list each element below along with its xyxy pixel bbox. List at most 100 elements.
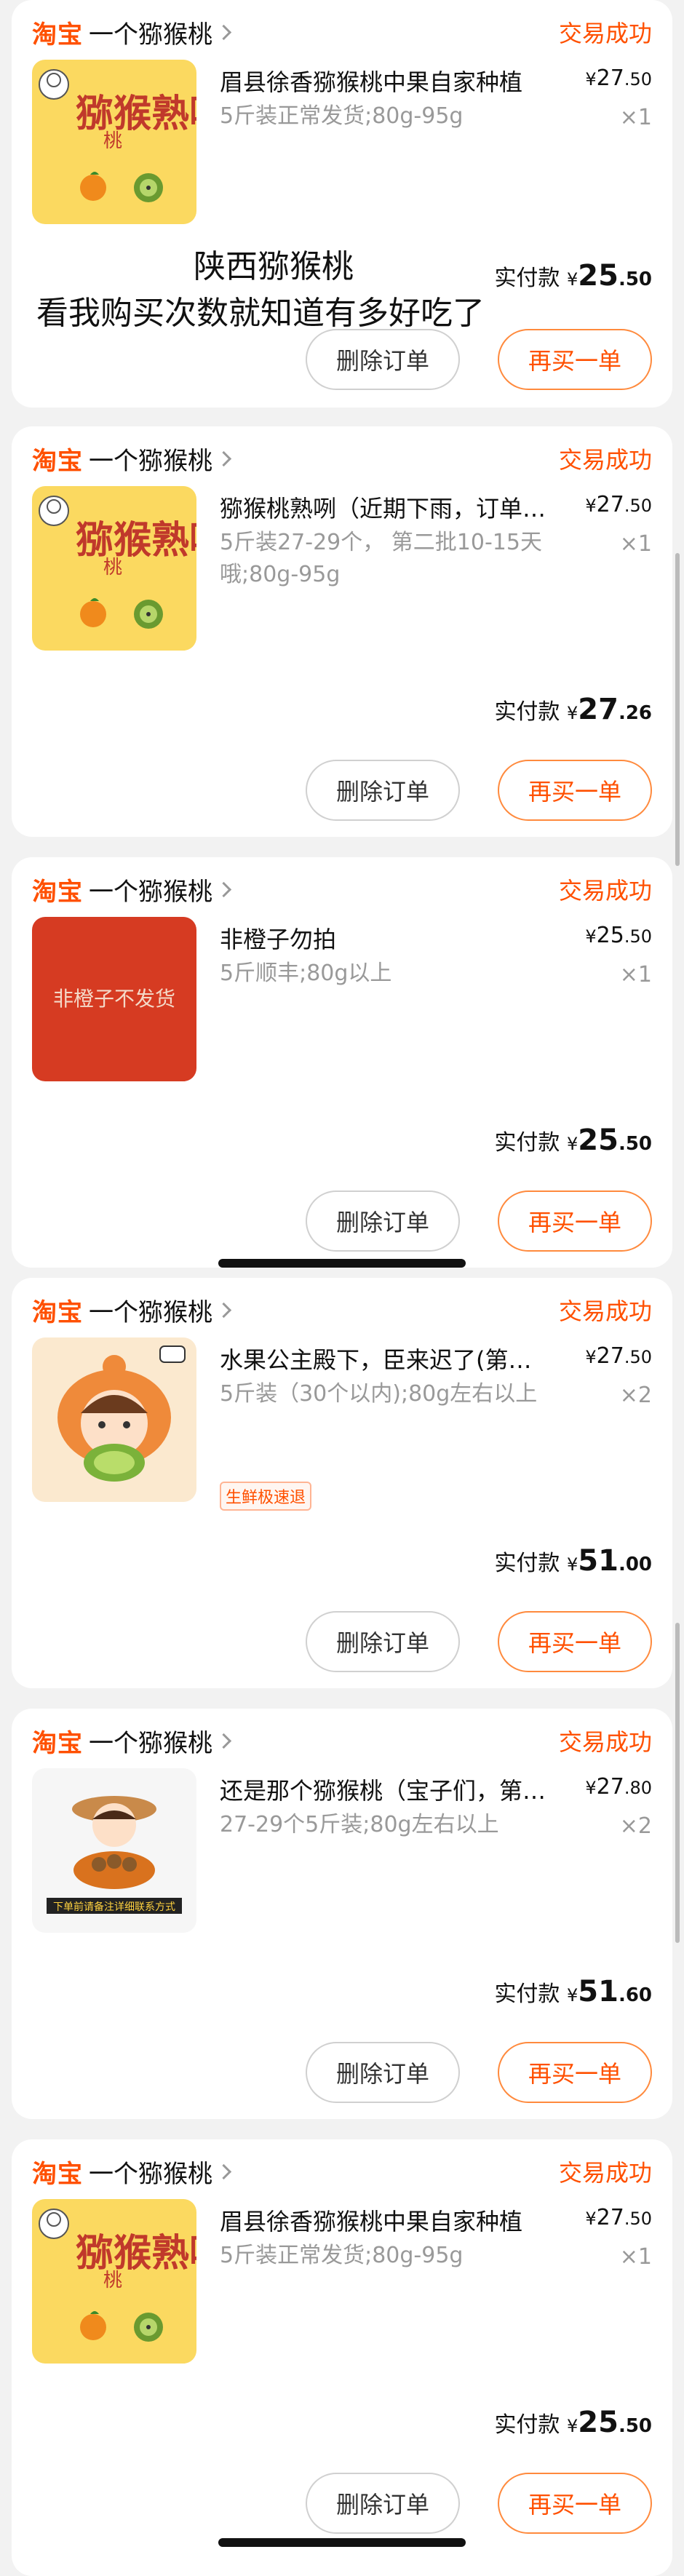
order-header: 淘宝 一个猕猴桃 交易成功 — [32, 872, 652, 907]
order-status: 交易成功 — [558, 1297, 652, 1325]
caption-line-2: 看我购买次数就知道有多好吃了 — [36, 295, 485, 332]
kiwi-brand-image: 猕猴熟咧 桃 — [39, 2209, 196, 2342]
product-title[interactable]: 非橙子勿拍 — [220, 921, 584, 955]
order-status: 交易成功 — [558, 20, 652, 47]
order-status: 交易成功 — [558, 446, 652, 474]
chevron-right-icon — [215, 450, 232, 466]
order-header: 淘宝 一个猕猴桃 交易成功 — [32, 441, 652, 477]
unit-price: ¥27.80 — [585, 1774, 652, 1800]
rebuy-button[interactable]: 再买一单 — [498, 760, 652, 821]
rebuy-button[interactable]: 再买一单 — [498, 1190, 652, 1252]
shop-name-link[interactable]: 一个猕猴桃 — [89, 2154, 212, 2190]
chevron-right-icon — [215, 24, 232, 40]
product-spec: 5斤装27-29个， 第二批10-15天哦;80g-95g — [220, 530, 542, 587]
unit-price: ¥27.50 — [585, 65, 652, 91]
home-indicator — [218, 2538, 466, 2547]
order-card[interactable]: 淘宝 一个猕猴桃 交易成功 下单前请备注详细联系方式 还是那个猕猴桃（宝子们，第… — [12, 1709, 672, 2119]
quantity: ×2 — [619, 1813, 652, 1839]
total-paid: 实付款 ¥25.50 — [494, 259, 652, 293]
order-card[interactable]: 淘宝 一个猕猴桃 交易成功 猕猴熟咧 桃 眉县徐香猕猴桃中果自家种植 5斤装正常… — [12, 0, 672, 408]
delete-order-button[interactable]: 删除订单 — [306, 2042, 460, 2103]
total-paid: 实付款 ¥51.60 — [494, 1975, 652, 2008]
product-title[interactable]: 还是那个猕猴桃（宝子们，第… — [220, 1773, 584, 1806]
cartoon-girl-kiwi-image — [57, 1345, 186, 1482]
kiwi-brand-image: 猕猴熟咧 桃 — [39, 496, 196, 629]
shop-name-link[interactable]: 一个猕猴桃 — [89, 441, 212, 477]
order-status: 交易成功 — [558, 877, 652, 905]
product-title[interactable]: 眉县徐香猕猴桃中果自家种植 — [220, 64, 584, 98]
order-status: 交易成功 — [558, 1728, 652, 1756]
order-card[interactable]: 淘宝 一个猕猴桃 交易成功 猕猴熟咧 桃 猕猴桃熟咧（近期下雨，订单… 5斤装2… — [12, 426, 672, 837]
total-paid: 实付款 ¥27.26 — [494, 693, 652, 726]
order-status: 交易成功 — [558, 2159, 652, 2187]
order-header: 淘宝 一个猕猴桃 交易成功 — [32, 2154, 652, 2190]
unit-price: ¥27.50 — [585, 2205, 652, 2230]
farmer-girl-image: 下单前请备注详细联系方式 — [47, 1796, 182, 1914]
orange-brand-image: 非橙子不发货 — [53, 987, 175, 1011]
svg-text:桃: 桃 — [103, 130, 122, 152]
scrollbar[interactable] — [675, 553, 680, 866]
product-spec: 5斤装（30个以内);80g左右以上 — [220, 1381, 538, 1407]
delete-order-button[interactable]: 删除订单 — [306, 760, 460, 821]
total-paid: 实付款 ¥51.00 — [494, 1544, 652, 1578]
total-paid: 实付款 ¥25.50 — [494, 2406, 652, 2439]
rebuy-button[interactable]: 再买一单 — [498, 329, 652, 390]
quantity: ×1 — [619, 105, 652, 130]
svg-text:桃: 桃 — [103, 557, 122, 579]
svg-text:下单前请备注详细联系方式: 下单前请备注详细联系方式 — [53, 1901, 175, 1913]
platform-label: 淘宝 — [32, 20, 83, 49]
order-card[interactable]: 淘宝 一个猕猴桃 交易成功 非橙子不发货 非橙子勿拍 5斤顺丰;80g以上 ¥2… — [12, 857, 672, 1268]
scrollbar[interactable] — [675, 1623, 680, 1943]
delete-order-button[interactable]: 删除订单 — [306, 2473, 460, 2534]
quantity: ×1 — [619, 962, 652, 987]
product-thumbnail[interactable]: 猕猴熟咧 桃 — [32, 60, 196, 224]
svg-text:猕猴熟咧: 猕猴熟咧 — [76, 92, 196, 136]
quantity: ×1 — [619, 531, 652, 557]
rebuy-button[interactable]: 再买一单 — [498, 1611, 652, 1672]
product-thumbnail[interactable]: 非橙子不发货 — [32, 917, 196, 1081]
delete-order-button[interactable]: 删除订单 — [306, 1611, 460, 1672]
platform-label: 淘宝 — [32, 446, 83, 476]
shop-name-link[interactable]: 一个猕猴桃 — [89, 15, 212, 50]
order-card[interactable]: 淘宝 一个猕猴桃 交易成功 水果公主殿下，臣来迟了(第… 5斤装（30个以内);… — [12, 1278, 672, 1688]
quantity: ×1 — [619, 2244, 652, 2270]
svg-text:猕猴熟咧: 猕猴熟咧 — [76, 519, 196, 562]
chevron-right-icon — [215, 1302, 232, 1318]
platform-label: 淘宝 — [32, 1297, 83, 1327]
svg-text:非橙子不发货: 非橙子不发货 — [53, 987, 175, 1011]
order-header: 淘宝 一个猕猴桃 交易成功 — [32, 1292, 652, 1328]
order-header: 淘宝 一个猕猴桃 交易成功 — [32, 15, 652, 50]
fresh-refund-badge: 生鲜极速退 — [220, 1482, 312, 1511]
platform-label: 淘宝 — [32, 877, 83, 907]
shop-name-link[interactable]: 一个猕猴桃 — [89, 1723, 212, 1759]
product-title[interactable]: 水果公主殿下，臣来迟了(第… — [220, 1342, 584, 1375]
shop-name-link[interactable]: 一个猕猴桃 — [89, 1292, 212, 1328]
unit-price: ¥27.50 — [585, 492, 652, 517]
chevron-right-icon — [215, 1733, 232, 1749]
product-thumbnail[interactable]: 下单前请备注详细联系方式 — [32, 1768, 196, 1933]
product-thumbnail[interactable] — [32, 1337, 196, 1502]
delete-order-button[interactable]: 删除订单 — [306, 329, 460, 390]
platform-label: 淘宝 — [32, 1728, 83, 1758]
svg-text:猕猴熟咧: 猕猴熟咧 — [76, 2232, 196, 2275]
total-paid: 实付款 ¥25.50 — [494, 1124, 652, 1157]
kiwi-brand-image: 猕猴熟咧 桃 — [39, 69, 196, 202]
rebuy-button[interactable]: 再买一单 — [498, 2042, 652, 2103]
product-title[interactable]: 眉县徐香猕猴桃中果自家种植 — [220, 2203, 584, 2237]
chevron-right-icon — [215, 881, 232, 897]
order-card[interactable]: 淘宝 一个猕猴桃 交易成功 猕猴熟咧 桃 眉县徐香猕猴桃中果自家种植 5斤装正常… — [12, 2139, 672, 2576]
product-title[interactable]: 猕猴桃熟咧（近期下雨，订单… — [220, 490, 584, 524]
svg-text:桃: 桃 — [103, 2270, 122, 2291]
product-thumbnail[interactable]: 猕猴熟咧 桃 — [32, 486, 196, 651]
quantity: ×2 — [619, 1383, 652, 1408]
shop-name-link[interactable]: 一个猕猴桃 — [89, 872, 212, 907]
platform-label: 淘宝 — [32, 2159, 83, 2189]
unit-price: ¥27.50 — [585, 1343, 652, 1369]
delete-order-button[interactable]: 删除订单 — [306, 1190, 460, 1252]
rebuy-button[interactable]: 再买一单 — [498, 2473, 652, 2534]
order-header: 淘宝 一个猕猴桃 交易成功 — [32, 1723, 652, 1759]
caption-line-1: 陕西猕猴桃 — [194, 248, 354, 285]
product-spec: 27-29个5斤装;80g左右以上 — [220, 1812, 499, 1837]
product-spec: 5斤装正常发货;80g-95g — [220, 2243, 464, 2268]
product-thumbnail[interactable]: 猕猴熟咧 桃 — [32, 2199, 196, 2364]
